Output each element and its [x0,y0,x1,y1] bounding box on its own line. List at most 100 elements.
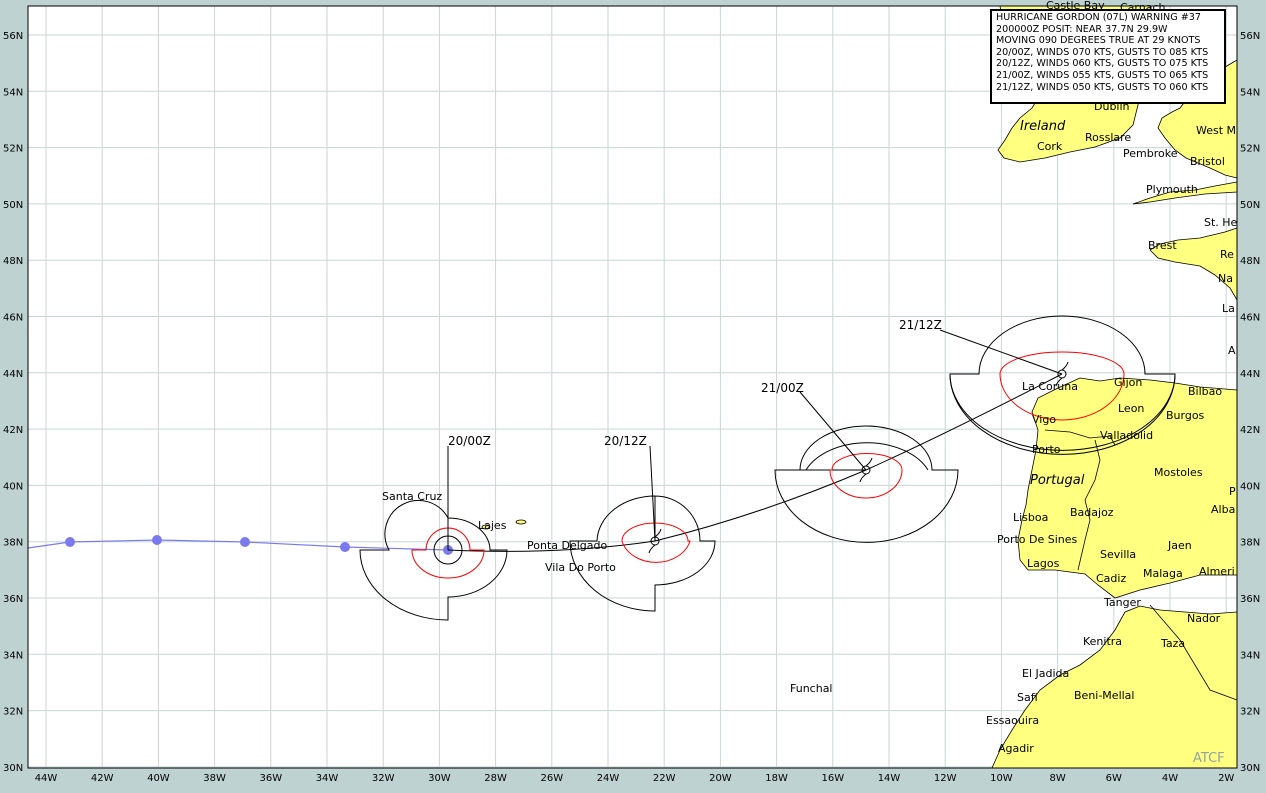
place-label: Vigo [1032,413,1056,426]
place-label: Rosslare [1085,131,1131,144]
place-label: Essaouira [986,714,1039,727]
forecast-time-20-00z[interactable]: 20/00Z [448,434,491,448]
lon-label: 32W [372,773,395,784]
lat-label: 34N [3,650,23,661]
place-label: Porto [1032,443,1061,456]
lon-label: 34W [316,773,339,784]
lat-label: 42N [3,425,23,436]
lon-label: 36W [259,773,282,784]
place-label: Brest [1148,239,1177,252]
lat-label: 40N [3,481,23,492]
place-label: Valladolid [1100,429,1153,442]
lat-label: 50N [1240,200,1260,211]
place-label: Leon [1118,402,1144,415]
lon-label: 16W [821,773,844,784]
lat-label: 38N [1240,538,1260,549]
warning-line-forecast: 21/00Z, WINDS 055 KTS, GUSTS TO 065 KTS [996,69,1209,81]
lat-label: 56N [3,31,23,42]
place-label: Burgos [1166,409,1205,422]
lat-label: 42N [1240,425,1260,436]
place-label: Almeri [1199,565,1235,578]
lon-label: 30W [428,773,451,784]
map-frame: 20/00Z 20/12Z 21/00Z 21/12Z Castle Bay C… [0,0,1266,793]
lon-label: 44W [35,773,58,784]
lat-label: 40N [1240,481,1260,492]
lat-label: 44N [3,369,23,380]
place-label: La Coruna [1022,380,1078,393]
place-label: Beni-Mellal [1074,689,1134,702]
place-label: West M [1196,124,1236,137]
lon-label: 24W [597,773,620,784]
place-label: Santa Cruz [382,490,442,503]
lon-label: 40W [147,773,170,784]
place-label: Na [1218,272,1233,285]
place-label: Mostoles [1154,466,1203,479]
lon-label: 12W [934,773,957,784]
place-label: Porto De Sines [997,533,1078,546]
place-label: Lagos [1027,557,1060,570]
track-map: 20/00Z 20/12Z 21/00Z 21/12Z Castle Bay C… [3,0,1260,784]
lon-label: 2W [1218,773,1234,784]
place-label: Funchal [790,682,833,695]
warning-line-forecast: 20/00Z, WINDS 070 KTS, GUSTS TO 085 KTS [996,46,1209,58]
place-label: Gijon [1114,376,1142,389]
warning-line-forecast: 20/12Z, WINDS 060 KTS, GUSTS TO 075 KTS [996,58,1209,70]
warning-line-title: HURRICANE GORDON (07L) WARNING #37 [996,12,1201,23]
past-position-marker[interactable] [65,537,75,547]
place-label: Cadiz [1096,572,1126,585]
forecast-time-21-12z[interactable]: 21/12Z [899,318,942,332]
lon-label: 28W [484,773,507,784]
lat-label: 52N [3,144,23,155]
place-label: Bilbao [1188,385,1222,398]
place-label: Plymouth [1146,183,1198,196]
place-label: Vila Do Porto [545,561,616,574]
lon-label: 38W [203,773,226,784]
lat-label: 30N [1240,763,1260,774]
place-label: Sevilla [1100,548,1136,561]
lat-label: 54N [3,87,23,98]
place-label: El Jadida [1022,667,1069,680]
atcf-watermark: ATCF [1193,751,1225,766]
warning-info-box: HURRICANE GORDON (07L) WARNING #37 20000… [990,9,1226,104]
lat-label: 32N [1240,707,1260,718]
place-label: Ponta Delgado [527,539,607,552]
lon-label: 18W [765,773,788,784]
lon-label: 10W [990,773,1013,784]
place-label: Jaen [1167,539,1192,552]
lat-label: 54N [1240,87,1260,98]
lat-label: 30N [3,763,23,774]
lat-label: 46N [3,313,23,324]
place-label: Bristol [1190,155,1225,168]
lat-label: 32N [3,707,23,718]
place-label: Ireland [1020,119,1066,134]
place-label: Agadir [998,742,1034,755]
place-label: St. He [1204,216,1238,229]
lon-label: 20W [709,773,732,784]
place-label: A [1228,344,1236,357]
place-label: Alba [1211,503,1235,516]
warning-line-position: 200000Z POSIT: NEAR 37.7N 29.9W [996,23,1168,35]
place-label: Taza [1160,637,1185,650]
place-label: Malaga [1143,567,1183,580]
lon-label: 8W [1049,773,1065,784]
lat-label: 48N [3,256,23,267]
past-position-marker[interactable] [340,542,350,552]
lat-label: 36N [3,594,23,605]
forecast-time-21-00z[interactable]: 21/00Z [761,381,804,395]
azores-island [515,519,527,525]
lat-label: 46N [1240,313,1260,324]
forecast-time-20-12z[interactable]: 20/12Z [604,434,647,448]
past-position-marker[interactable] [240,537,250,547]
place-label: Kenitra [1083,635,1122,648]
lat-label: 36N [1240,594,1260,605]
place-label: Tanger [1103,596,1141,609]
past-position-marker[interactable] [152,535,162,545]
lat-label: 34N [1240,650,1260,661]
lon-label: 4W [1162,773,1178,784]
place-label: Nador [1187,612,1221,625]
lat-label: 50N [3,200,23,211]
lat-label: 38N [3,538,23,549]
place-label: Re [1220,248,1234,261]
lat-label: 44N [1240,369,1260,380]
lon-label: 42W [91,773,114,784]
